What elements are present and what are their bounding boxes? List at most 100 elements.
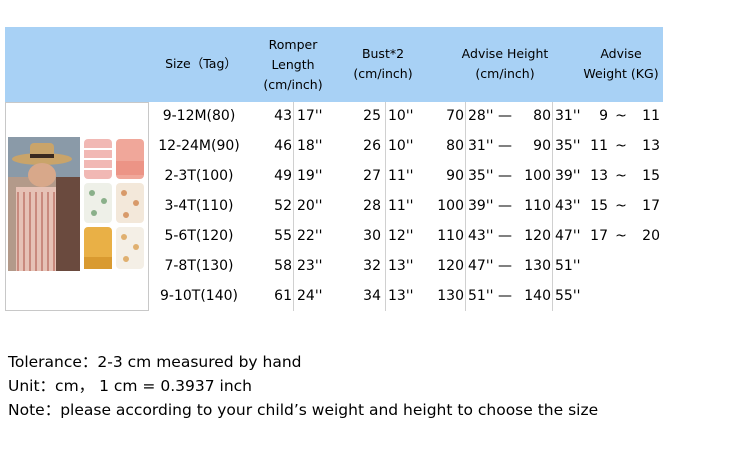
cell-h-from-in: 51'' [468, 288, 494, 304]
cell-h-from-cm: 80 [446, 138, 464, 154]
cell-h-from-in: 31'' [468, 138, 494, 154]
cell-h-to-cm: 120 [524, 228, 551, 244]
cell-h-to-in: 55'' [555, 288, 581, 304]
cell-bust-in: 11'' [388, 168, 414, 184]
cell-tilde: ~ [615, 198, 627, 214]
cell-len-cm: 58 [274, 258, 292, 274]
product-photo [8, 137, 146, 271]
divider [465, 102, 466, 311]
cell-w-to: 17 [642, 198, 660, 214]
cell-bust-cm: 30 [363, 228, 381, 244]
cell-h-to-in: 47'' [555, 228, 581, 244]
cell-h-from-in: 47'' [468, 258, 494, 274]
cell-len-cm: 55 [274, 228, 292, 244]
cell-size: 9-10T(140) [160, 288, 238, 304]
cell-h-from-cm: 90 [446, 168, 464, 184]
cell-h-to-cm: 90 [533, 138, 551, 154]
cell-h-to-cm: 140 [524, 288, 551, 304]
cell-dash: — [498, 228, 512, 244]
cell-bust-in: 13'' [388, 288, 414, 304]
cell-h-to-cm: 110 [524, 198, 551, 214]
header-advise-height: Advise Height (cm/inch) [461, 46, 549, 81]
tolerance-note: Tolerance：2-3 cm measured by hand [8, 353, 302, 371]
cell-bust-cm: 26 [363, 138, 381, 154]
cell-w-from: 13 [590, 168, 608, 184]
cell-bust-in: 10'' [388, 138, 414, 154]
cell-w-to: 11 [642, 108, 660, 124]
cell-bust-cm: 25 [363, 108, 381, 124]
cell-h-from-in: 43'' [468, 228, 494, 244]
cell-h-from-cm: 100 [437, 198, 464, 214]
cell-size: 3-4T(110) [164, 198, 234, 214]
cell-w-to: 13 [642, 138, 660, 154]
cell-h-from-in: 28'' [468, 108, 494, 124]
cell-w-to: 20 [642, 228, 660, 244]
cell-dash: — [498, 258, 512, 274]
cell-bust-cm: 27 [363, 168, 381, 184]
cell-h-to-in: 51'' [555, 258, 581, 274]
cell-size: 9-12M(80) [162, 108, 236, 124]
cell-w-to: 15 [642, 168, 660, 184]
cell-len-in: 18'' [297, 138, 323, 154]
cell-len-cm: 61 [274, 288, 292, 304]
cell-size: 12-24M(90) [158, 138, 240, 154]
cell-len-in: 24'' [297, 288, 323, 304]
cell-len-in: 20'' [297, 198, 323, 214]
cell-dash: — [498, 198, 512, 214]
cell-len-in: 19'' [297, 168, 323, 184]
unit-note: Unit：cm， 1 cm = 0.3937 inch [8, 377, 252, 395]
cell-h-to-in: 43'' [555, 198, 581, 214]
cell-h-to-cm: 130 [524, 258, 551, 274]
cell-w-from: 9 [599, 108, 608, 124]
cell-bust-in: 12'' [388, 228, 414, 244]
cell-w-from: 15 [590, 198, 608, 214]
cell-len-in: 17'' [297, 108, 323, 124]
cell-h-from-cm: 130 [437, 288, 464, 304]
cell-bust-in: 13'' [388, 258, 414, 274]
cell-dash: — [498, 288, 512, 304]
cell-len-cm: 46 [274, 138, 292, 154]
notes: Tolerance：2-3 cm measured by hand Unit：c… [8, 350, 598, 422]
cell-bust-in: 11'' [388, 198, 414, 214]
cell-tilde: ~ [615, 168, 627, 184]
cell-h-from-cm: 70 [446, 108, 464, 124]
cell-len-cm: 49 [274, 168, 292, 184]
cell-size: 5-6T(120) [164, 228, 234, 244]
cell-h-to-in: 39'' [555, 168, 581, 184]
cell-w-from: 11 [590, 138, 608, 154]
cell-len-in: 22'' [297, 228, 323, 244]
cell-h-to-cm: 100 [524, 168, 551, 184]
header-romper-length: Romper Length (cm/inch) [263, 37, 323, 92]
cell-h-to-in: 31'' [555, 108, 581, 124]
cell-h-from-cm: 120 [437, 258, 464, 274]
divider [293, 102, 294, 311]
cell-h-from-in: 35'' [468, 168, 494, 184]
table-header: Size（Tag） Romper Length (cm/inch) Bust*2… [5, 27, 663, 102]
cell-h-from-cm: 110 [437, 228, 464, 244]
header-bust: Bust*2 (cm/inch) [353, 46, 413, 81]
cell-tilde: ~ [615, 108, 627, 124]
cell-len-cm: 43 [274, 108, 292, 124]
cell-bust-in: 10'' [388, 108, 414, 124]
header-advise-weight: Advise Weight (KG) [583, 46, 659, 81]
cell-size: 2-3T(100) [164, 168, 234, 184]
cell-h-from-in: 39'' [468, 198, 494, 214]
divider [552, 102, 553, 311]
cell-dash: — [498, 168, 512, 184]
size-choice-note: Note：please according to your child’s we… [8, 401, 599, 419]
cell-len-cm: 52 [274, 198, 292, 214]
cell-size: 7-8T(130) [164, 258, 234, 274]
header-size: Size（Tag） [165, 56, 237, 71]
divider [385, 102, 386, 311]
cell-w-from: 17 [590, 228, 608, 244]
cell-tilde: ~ [615, 228, 627, 244]
product-image-frame [5, 102, 149, 311]
cell-dash: — [498, 138, 512, 154]
cell-bust-cm: 34 [363, 288, 381, 304]
cell-h-to-in: 35'' [555, 138, 581, 154]
cell-dash: — [498, 108, 512, 124]
cell-len-in: 23'' [297, 258, 323, 274]
cell-h-to-cm: 80 [533, 108, 551, 124]
cell-bust-cm: 28 [363, 198, 381, 214]
cell-tilde: ~ [615, 138, 627, 154]
